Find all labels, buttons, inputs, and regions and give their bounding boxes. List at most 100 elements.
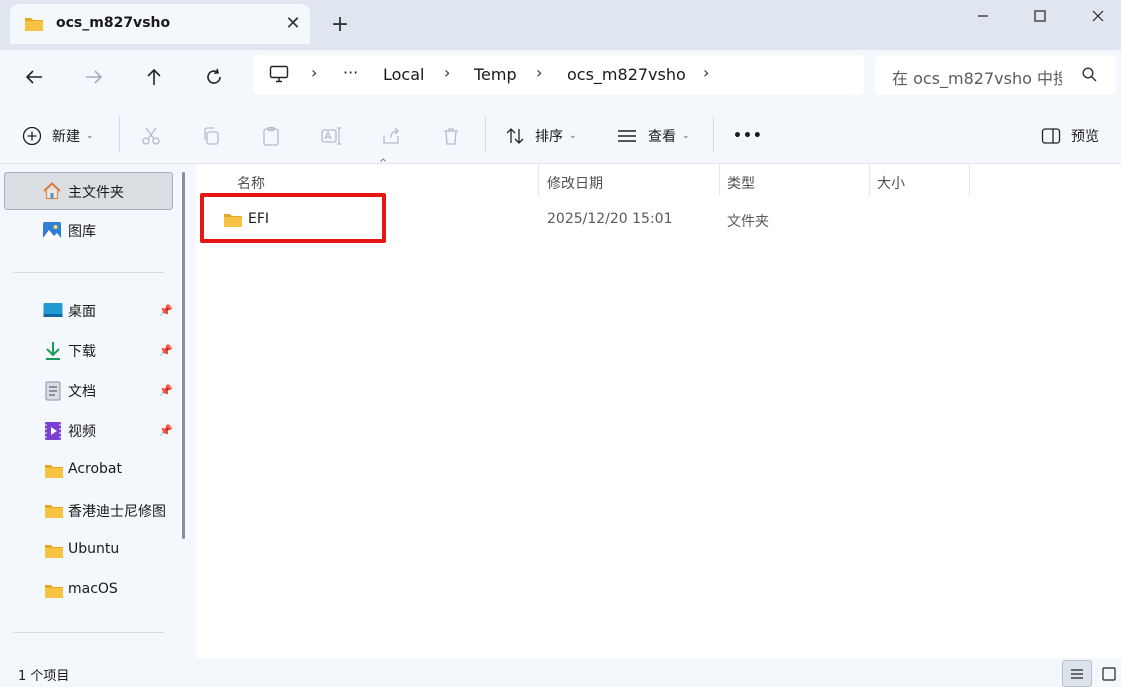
column-divider[interactable] — [538, 164, 539, 196]
column-divider[interactable] — [719, 164, 720, 196]
preview-button[interactable]: 预览 — [1041, 121, 1099, 151]
sidebar-item-ubuntu[interactable]: Ubuntu — [4, 532, 173, 570]
up-button[interactable] — [137, 60, 171, 94]
toolbar-divider — [485, 116, 486, 152]
view-label: 查看 — [648, 129, 676, 145]
arrow-right-icon — [86, 70, 103, 84]
sidebar-item-label: Acrobat — [68, 461, 122, 477]
breadcrumb-overflow[interactable]: ··· — [343, 63, 358, 82]
rename-icon — [321, 127, 341, 145]
tiles-view-icon — [1102, 666, 1116, 681]
paste-button[interactable] — [261, 121, 281, 151]
folder-icon — [44, 463, 64, 483]
scissors-icon — [142, 127, 160, 145]
details-view-button[interactable] — [1062, 660, 1092, 687]
file-modified: 2025/12/20 15:01 — [547, 211, 673, 227]
cut-button[interactable] — [141, 121, 161, 151]
status-bar: 1 个项目 — [0, 658, 1121, 687]
chevron-down-icon: ⌄ — [569, 131, 577, 141]
sidebar-item-label: 香港迪士尼修图 — [68, 504, 166, 520]
tab-ocs-m827vsho[interactable]: ocs_m827vsho ✕ — [10, 4, 310, 44]
new-button[interactable]: 新建 ⌄ — [22, 121, 94, 151]
sidebar-item-label: 图库 — [68, 224, 96, 240]
breadcrumb-temp[interactable]: Temp — [474, 65, 517, 84]
forward-button[interactable] — [77, 60, 111, 94]
refresh-button[interactable] — [197, 60, 231, 94]
computer-icon — [269, 65, 289, 87]
sidebar-item-macos[interactable]: macOS — [4, 572, 173, 610]
sort-label: 排序 — [535, 129, 563, 145]
navigation-pane: 主文件夹 图库 桌面 📌 下载 📌 文档 📌 视频 📌 Acrobat 香港迪士… — [0, 164, 196, 658]
arrow-up-icon — [147, 68, 161, 85]
column-header-name[interactable]: 名称 — [237, 173, 265, 193]
view-button[interactable]: 查看 ⌄ — [616, 121, 690, 151]
sidebar-item-label: 文档 — [68, 384, 96, 400]
folder-icon — [44, 583, 64, 603]
copy-button[interactable] — [201, 121, 221, 151]
folder-icon — [44, 543, 64, 563]
more-options-button[interactable]: ••• — [733, 121, 763, 151]
minimize-icon — [978, 15, 988, 17]
pin-icon[interactable]: 📌 — [159, 304, 173, 317]
sort-button[interactable]: 排序 ⌄ — [505, 121, 577, 151]
gallery-icon — [42, 221, 62, 241]
back-button[interactable] — [17, 60, 51, 94]
breadcrumb-local[interactable]: Local — [383, 65, 424, 84]
new-label: 新建 — [52, 129, 80, 145]
preview-label: 预览 — [1071, 129, 1099, 145]
sort-ascending-icon: ^ — [379, 158, 388, 169]
maximize-button[interactable] — [1012, 0, 1068, 32]
sidebar-item-documents[interactable]: 文档 📌 — [4, 372, 173, 410]
file-type: 文件夹 — [727, 214, 769, 230]
sidebar-divider — [13, 632, 164, 633]
pin-icon[interactable]: 📌 — [159, 384, 173, 397]
toolbar-divider — [713, 116, 714, 152]
share-icon — [383, 127, 399, 144]
sidebar-item-videos[interactable]: 视频 📌 — [4, 412, 173, 450]
plus-circle-icon — [22, 126, 42, 146]
sidebar-item-hk-disney[interactable]: 香港迪士尼修图 — [4, 492, 173, 530]
share-button[interactable] — [381, 121, 401, 151]
desktop-icon — [43, 302, 63, 322]
column-header-type[interactable]: 类型 — [727, 173, 755, 193]
search-box[interactable]: 在 ocs_m827vsho 中搜索 — [875, 55, 1116, 95]
column-divider[interactable] — [869, 164, 870, 196]
close-window-button[interactable] — [1070, 0, 1121, 32]
sidebar-item-label: 视频 — [68, 424, 96, 440]
chevron-right-icon[interactable]: › — [703, 63, 709, 82]
sidebar-item-label: 主文件夹 — [68, 185, 124, 201]
sidebar-item-home[interactable]: 主文件夹 — [4, 172, 173, 210]
trash-icon — [444, 128, 458, 145]
column-header-modified[interactable]: 修改日期 — [547, 173, 603, 193]
preview-pane-icon — [1041, 128, 1061, 144]
sidebar-scrollbar[interactable] — [182, 172, 185, 539]
pin-icon[interactable]: 📌 — [159, 424, 173, 437]
delete-button[interactable] — [441, 121, 461, 151]
address-row: › ··· Local › Temp › ocs_m827vsho › 在 oc… — [0, 50, 1121, 102]
sidebar-divider — [13, 272, 164, 273]
sidebar-item-label: 下载 — [68, 344, 96, 360]
sidebar-item-gallery[interactable]: 图库 — [4, 212, 173, 250]
sidebar-item-label: Ubuntu — [68, 541, 120, 557]
chevron-right-icon: › — [311, 63, 318, 82]
sidebar-item-label: 桌面 — [68, 304, 96, 320]
minimize-button[interactable] — [955, 0, 1011, 32]
sidebar-item-desktop[interactable]: 桌面 📌 — [4, 292, 173, 330]
breadcrumb-current[interactable]: ocs_m827vsho — [567, 65, 686, 84]
column-header-size[interactable]: 大小 — [877, 173, 905, 193]
tab-title: ocs_m827vsho — [56, 15, 171, 31]
download-icon — [44, 341, 64, 361]
sidebar-item-downloads[interactable]: 下载 📌 — [4, 332, 173, 370]
column-divider[interactable] — [969, 164, 970, 196]
address-bar[interactable]: › ··· Local › Temp › ocs_m827vsho › — [253, 55, 864, 95]
pin-icon[interactable]: 📌 — [159, 344, 173, 357]
search-input[interactable]: 在 ocs_m827vsho 中搜索 — [892, 65, 1062, 89]
title-bar: ocs_m827vsho ✕ + — [0, 0, 1121, 50]
document-icon — [45, 381, 65, 401]
tiles-view-button[interactable] — [1094, 660, 1121, 687]
new-tab-button[interactable]: + — [327, 12, 353, 38]
sidebar-item-acrobat[interactable]: Acrobat — [4, 452, 173, 490]
rename-button[interactable] — [321, 121, 343, 151]
tab-close-icon[interactable]: ✕ — [282, 13, 304, 35]
chevron-down-icon: ⌄ — [682, 131, 690, 141]
